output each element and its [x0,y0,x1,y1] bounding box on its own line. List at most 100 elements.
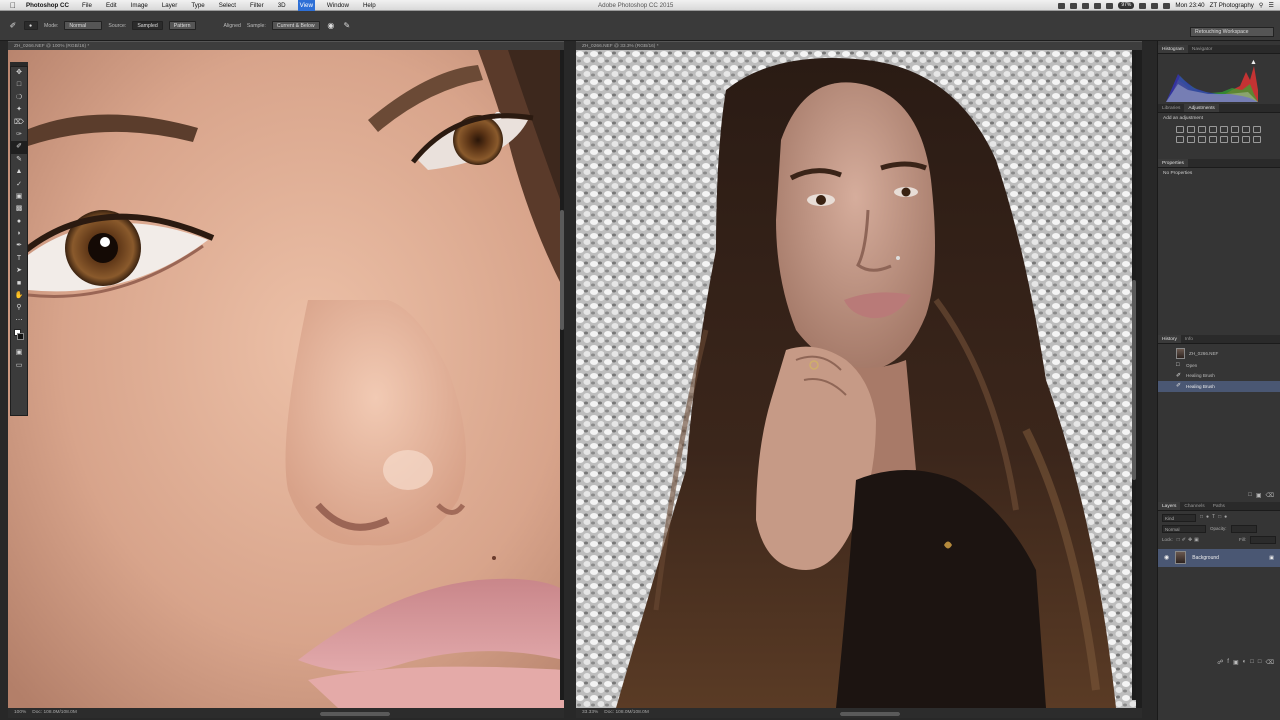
app-menu[interactable]: Photoshop CC [26,2,69,9]
bluetooth-icon[interactable] [1106,2,1114,9]
history-snapshot[interactable]: ZH_0266.NEF [1158,346,1280,360]
photofilter-icon[interactable] [1187,136,1195,143]
fx-icon[interactable]: f [1227,659,1229,669]
menu-help[interactable]: Help [361,0,378,11]
spotlight-icon[interactable]: ⚲ [1259,2,1264,9]
tab-libraries[interactable]: Libraries [1158,104,1184,112]
menu-image[interactable]: Image [129,0,150,11]
menu-view[interactable]: View [297,0,315,11]
pen-tool-icon[interactable]: ✒ [11,240,27,252]
right-vscroll-thumb[interactable] [1132,280,1136,480]
left-hscroll-thumb[interactable] [320,712,390,716]
curves-icon[interactable] [1198,126,1206,133]
mask-icon[interactable]: ▣ [1233,659,1239,669]
invert-icon[interactable] [1220,136,1228,143]
layer-kind-select[interactable]: Kind [1162,513,1196,522]
left-zoom[interactable]: 100% [14,708,26,718]
threshold-icon[interactable] [1242,136,1250,143]
tab-properties[interactable]: Properties [1158,159,1188,167]
channelmixer-icon[interactable] [1198,136,1206,143]
lock-icons[interactable]: □✐✥▣ [1177,537,1201,543]
zoom-tool-icon[interactable]: ⚲ [11,302,27,314]
tab-layers[interactable]: Layers [1158,501,1181,510]
move-tool-icon[interactable]: ✥ [11,67,27,79]
tab-info[interactable]: Info [1181,335,1197,343]
tab-paths[interactable]: Paths [1209,502,1229,510]
right-hscroll[interactable] [840,712,900,716]
colorbalance-icon[interactable] [1253,126,1261,133]
dropbox-icon[interactable] [1058,2,1066,9]
history-brush-icon[interactable]: ✓ [11,179,27,191]
visibility-eye-icon[interactable]: ◉ [1164,554,1169,561]
clock[interactable]: Mon 23:40 [1175,2,1204,9]
menu-window[interactable]: Window [325,0,351,11]
menu-edit[interactable]: Edit [104,0,119,11]
adjustment-layer-icon[interactable]: ◐ [1243,659,1247,669]
path-select-icon[interactable]: ➤ [11,265,27,277]
tab-channels[interactable]: Channels [1180,502,1208,510]
workspace-select[interactable]: Retouching Workspace [1190,27,1274,37]
pressure-size-icon[interactable]: ✎ [342,21,352,31]
ignore-adjustment-icon[interactable]: ◉ [326,21,336,31]
healing-tool-icon[interactable]: ✐ [11,141,27,154]
left-vscroll-thumb[interactable] [560,210,564,330]
layer-filter-icons[interactable]: □●T□● [1200,514,1230,522]
brush-tool-icon[interactable]: ✎ [11,154,27,166]
source-sampled-radio[interactable]: Sampled [132,21,163,30]
delete-layer-icon[interactable]: ⌫ [1266,659,1274,669]
group-icon[interactable]: □ [1250,659,1254,669]
aligned-checkbox[interactable]: Aligned [224,23,241,29]
menu-type[interactable]: Type [189,0,206,11]
timemachine-icon[interactable] [1094,2,1102,9]
layer-row-background[interactable]: ◉ Background ▣ [1158,548,1280,567]
new-doc-icon[interactable]: □ [1248,492,1252,502]
display-icon[interactable] [1082,2,1090,9]
history-item[interactable]: □ Open [1158,360,1280,371]
clone-stamp-icon[interactable]: ▲ [11,166,27,178]
huesat-icon[interactable] [1242,126,1250,133]
vibrance-icon[interactable] [1220,126,1228,133]
eraser-icon[interactable]: ▣ [11,191,27,203]
flag-icon[interactable] [1163,2,1171,9]
battery-pill[interactable]: 97% [1118,2,1135,9]
brush-preset-picker[interactable]: ● [24,21,38,30]
canvas-left[interactable] [8,50,564,708]
quick-mask-icon[interactable]: ▣ [11,347,27,359]
gradientmap-icon[interactable] [1253,136,1261,143]
volume-icon[interactable] [1151,2,1159,9]
posterize-icon[interactable] [1231,136,1239,143]
left-vscroll[interactable] [560,50,564,700]
background-color[interactable] [17,333,24,341]
source-pattern-radio[interactable]: Pattern [168,21,196,30]
colorlookup-icon[interactable] [1209,136,1217,143]
mode-select[interactable]: Normal [64,21,103,30]
eyedropper-icon[interactable]: ✑ [11,129,27,141]
right-hscroll-thumb[interactable] [840,712,900,716]
fill-field[interactable] [1250,535,1276,544]
history-item-selected[interactable]: ✐ Healing Brush [1158,381,1280,392]
apple-icon[interactable]:  [10,0,20,11]
tab-navigator[interactable]: Navigator [1188,45,1217,53]
menu-3d[interactable]: 3D [276,0,288,11]
crop-tool-icon[interactable]: ⌦ [11,117,27,129]
tab-history[interactable]: History [1158,335,1181,343]
more-tools-icon[interactable]: ⋯ [11,315,27,327]
link-icon[interactable]: ☍ [1217,659,1223,669]
camera-icon[interactable]: ▣ [1256,492,1262,502]
blend-mode-select[interactable]: Normal [1162,524,1206,533]
brightness-icon[interactable] [1176,126,1184,133]
canvas-right[interactable] [576,50,1142,708]
menu-file[interactable]: File [80,0,94,11]
type-tool-icon[interactable]: T [11,253,27,265]
menu-list-icon[interactable]: ☰ [1268,2,1274,9]
opacity-field[interactable] [1230,524,1257,533]
marquee-tool-icon[interactable]: □ [11,79,27,91]
quick-select-icon[interactable]: ✦ [11,104,27,116]
screen-mode-icon[interactable]: ▭ [11,360,27,372]
menu-filter[interactable]: Filter [248,0,266,11]
menu-layer[interactable]: Layer [160,0,179,11]
doc-tab-left[interactable]: ZH_0266.NEF @ 100% (RGB/16) * [8,41,564,50]
hand-tool-icon[interactable]: ✋ [11,290,27,302]
exposure-icon[interactable] [1209,126,1217,133]
cloud-icon[interactable] [1070,2,1078,9]
